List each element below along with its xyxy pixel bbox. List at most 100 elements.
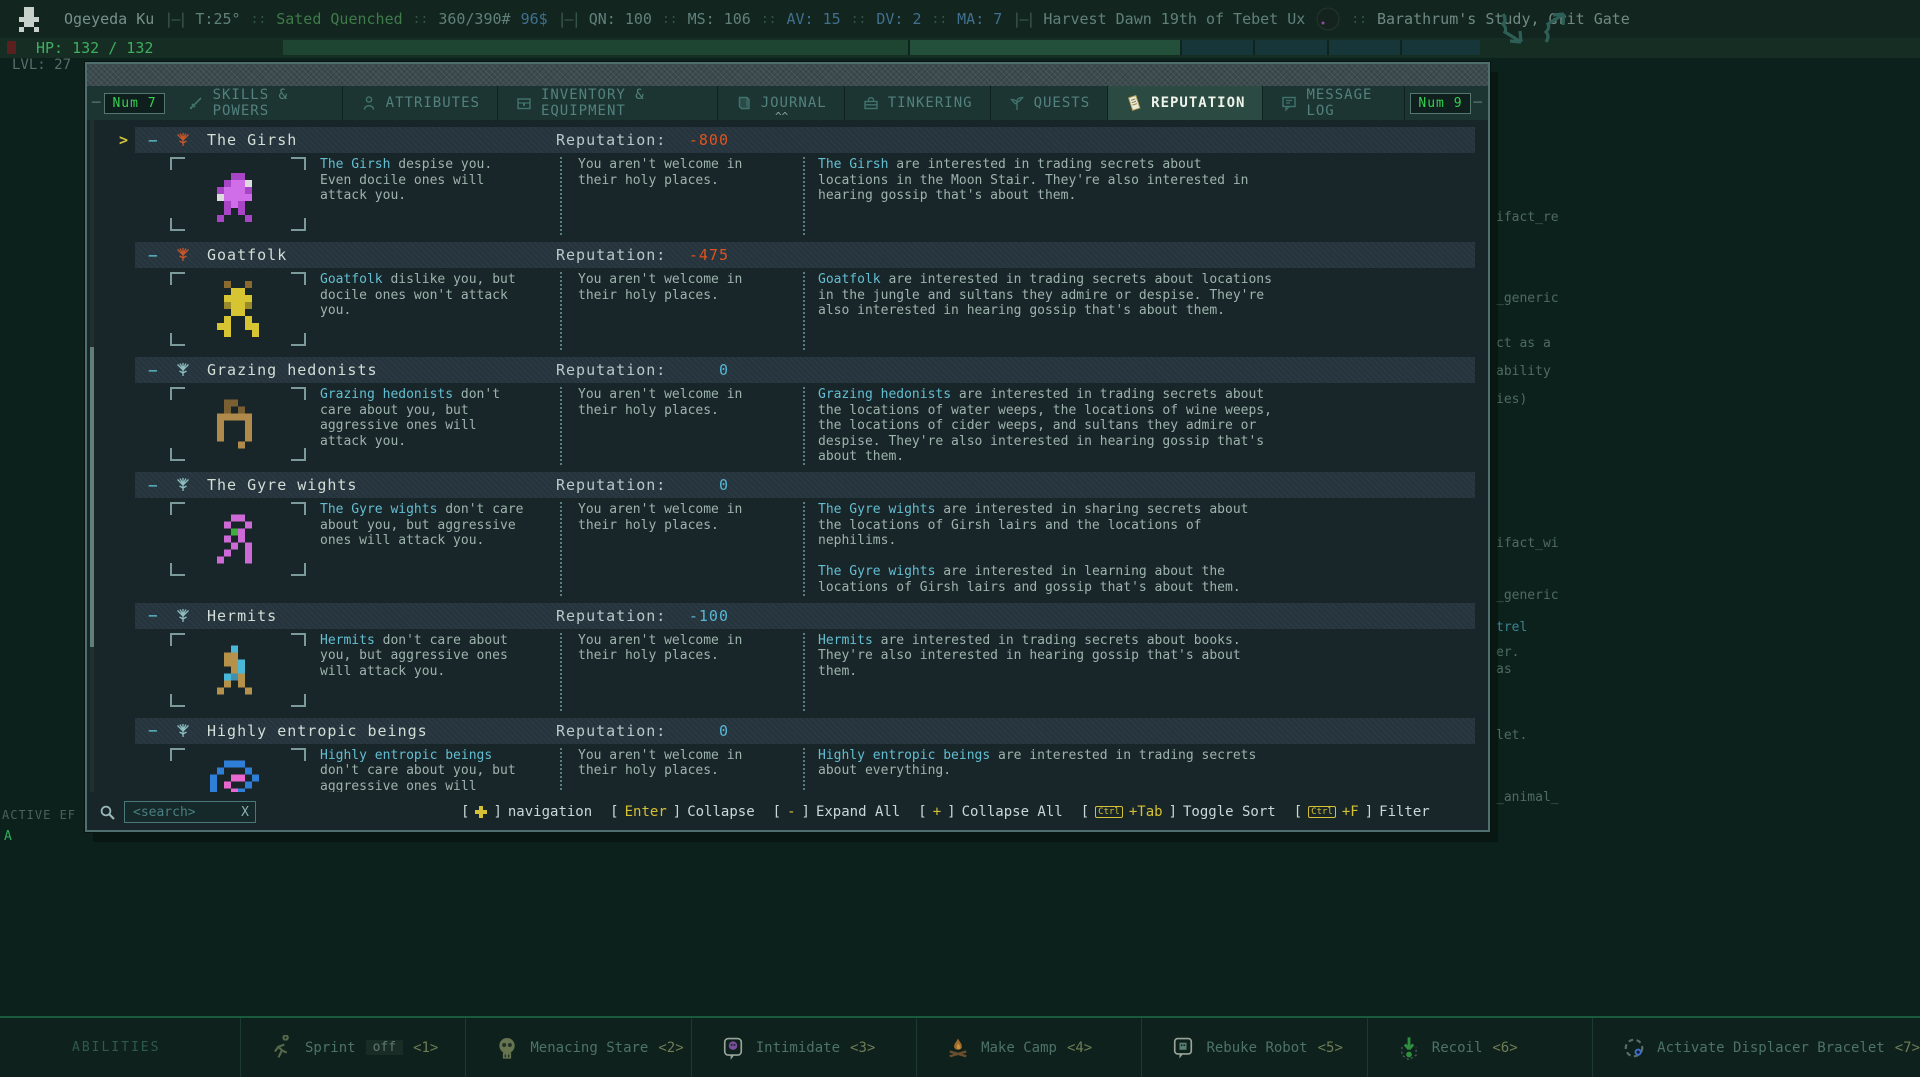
hint-label: Collapse All (962, 804, 1063, 820)
tab-message-log[interactable]: MESSAGE LOG (1263, 86, 1405, 120)
collapse-indicator[interactable]: − (148, 606, 166, 625)
interests-text: The Girsh are interested in trading secr… (818, 157, 1468, 235)
faction-header-the-girsh[interactable]: >−The GirshReputation:-800 (135, 127, 1475, 153)
stat-av: AV: 15 (787, 10, 841, 28)
faction-portrait (170, 633, 320, 711)
window-top-band (87, 64, 1488, 86)
faction-header-goatfolk[interactable]: −GoatfolkReputation:-475 (135, 242, 1475, 268)
text-segment: don't care about you, but aggressive one… (320, 763, 516, 792)
ability-menacing-stare[interactable]: Menacing Stare<2> (465, 1018, 690, 1077)
stat-dv: DV: 2 (876, 10, 921, 28)
scroll-icon (1125, 94, 1143, 112)
frame-corner (170, 272, 185, 285)
collapse-indicator[interactable]: − (148, 721, 166, 740)
stat-ma: MA: 7 (957, 10, 1002, 28)
collapse-indicator[interactable]: − (148, 246, 166, 265)
ability-make-camp[interactable]: Make Camp<4> (916, 1018, 1141, 1077)
ctrl-key-icon: Ctrl (1308, 806, 1336, 818)
tab-skills-powers[interactable]: SKILLS & POWERS (170, 86, 343, 120)
background-text-fragment: ifact_re (1496, 210, 1559, 225)
faction-leaf-icon (174, 246, 192, 264)
hint-expand-all[interactable]: [-]Expand All (773, 804, 901, 820)
ability-rebuke-robot[interactable]: Rebuke Robot<5> (1141, 1018, 1366, 1077)
search-box[interactable]: X (124, 801, 256, 823)
faction-name-inline: Hermits (320, 633, 375, 648)
faction-name-inline: Goatfolk (818, 272, 881, 287)
interests-text: Highly entropic beings are interested in… (818, 748, 1468, 792)
search-input[interactable] (131, 804, 237, 821)
ability-intimidate[interactable]: Intimidate<3> (691, 1018, 916, 1077)
quest-icon (1008, 94, 1026, 112)
collapse-indicator[interactable]: − (148, 131, 166, 150)
tab-attributes[interactable]: ATTRIBUTES (343, 86, 498, 120)
ability-recoil[interactable]: Recoil<6> (1367, 1018, 1592, 1077)
hint-collapse-all[interactable]: [+]Collapse All (918, 804, 1062, 820)
tab-label: REPUTATION (1151, 95, 1245, 111)
frame-corner (291, 502, 306, 515)
column-separator (803, 502, 805, 596)
column-separator (803, 157, 805, 235)
holy-places-text: You aren't welcome in their holy places. (578, 272, 790, 350)
intimidate-icon (720, 1035, 746, 1061)
ability-label: Rebuke Robot (1206, 1040, 1307, 1056)
hint-toggle-sort[interactable]: [Ctrl+Tab]Toggle Sort (1081, 804, 1276, 820)
faction-header-hermits[interactable]: −HermitsReputation:-100 (135, 603, 1475, 629)
search-icon (99, 804, 116, 821)
faction-header-highly-entropic-beings[interactable]: −Highly entropic beingsReputation:0 (135, 718, 1475, 744)
faction-detail: Hermits don't care about you, but aggres… (87, 633, 1488, 711)
background-text-fragment: ability (1496, 364, 1551, 379)
reputation-value: 0 (645, 476, 729, 494)
collapse-indicator[interactable]: − (148, 361, 166, 380)
ability-sprint[interactable]: Sprintoff<1> (240, 1018, 465, 1077)
faction-header-the-gyre-wights[interactable]: −The Gyre wightsReputation:0 (135, 472, 1475, 498)
ability-hotkey: <2> (658, 1040, 683, 1056)
frame-corner (291, 157, 306, 170)
ability-hotkey: <3> (850, 1040, 875, 1056)
status-bar: Ogeyeda Ku|—|T:25°::Sated Quenched::360/… (0, 0, 1920, 38)
hermit-sprite-pixels (210, 645, 266, 694)
separator: :: (1351, 12, 1367, 27)
faction-row-the-girsh: >−The GirshReputation:-800The Girsh desp… (87, 127, 1488, 235)
tab-reputation[interactable]: REPUTATION (1108, 86, 1263, 120)
standing-text: Hermits don't care about you, but aggres… (320, 633, 560, 711)
faction-header-grazing-hedonists[interactable]: −Grazing hedonistsReputation:0 (135, 357, 1475, 383)
separator: :: (932, 12, 948, 27)
reputation-value: -800 (645, 131, 729, 149)
bracket: ] (1365, 804, 1373, 820)
moon-icon (1315, 6, 1341, 32)
hint-collapse[interactable]: [Enter]Collapse (610, 804, 754, 820)
separator: :: (662, 12, 678, 27)
selection-cursor: > (119, 131, 128, 149)
faction-name-inline: Hermits (818, 633, 873, 648)
hp-bar-fill (283, 40, 908, 55)
game-screen: Ogeyeda Ku|—|T:25°::Sated Quenched::360/… (0, 0, 1920, 1077)
tab-inventory-equipment[interactable]: INVENTORY & EQUIPMENT (498, 86, 718, 120)
ability-activate-displacer-bracelet[interactable]: Activate Displacer Bracelet<7> (1592, 1018, 1920, 1077)
tab-quests[interactable]: QUESTS (991, 86, 1109, 120)
numkey-right-wrap: Num 9─ (1405, 86, 1488, 120)
faction-name-inline: Goatfolk (320, 272, 383, 287)
sword-icon (187, 94, 205, 112)
ability-hotkey: <4> (1067, 1040, 1092, 1056)
reputation-value: 0 (645, 361, 729, 379)
ability-label: Sprint (305, 1040, 356, 1056)
tab-label: ATTRIBUTES (386, 95, 480, 111)
hint-filter[interactable]: [Ctrl+F]Filter (1294, 804, 1430, 820)
search-clear-button[interactable]: X (241, 805, 249, 820)
faction-name-inline: The Girsh (818, 157, 888, 172)
collapse-indicator[interactable]: − (148, 476, 166, 495)
faction-detail: Highly entropic beings don't care about … (87, 748, 1488, 792)
tab-label: SKILLS & POWERS (213, 87, 325, 119)
frame-corner (291, 448, 306, 461)
frame-corner (291, 563, 306, 576)
hint-navigation[interactable]: []navigation (461, 804, 592, 820)
tab-tinkering[interactable]: TINKERING (845, 86, 991, 120)
portrait-frame (170, 272, 306, 346)
faction-row-hermits: −HermitsReputation:-100 Hermits don't car… (87, 603, 1488, 711)
separator: :: (251, 12, 267, 27)
frame-corner (291, 218, 306, 231)
frame-corner (170, 218, 185, 231)
faction-name: Goatfolk (207, 246, 287, 264)
bracket: [ (610, 804, 618, 820)
standing-text: Goatfolk dislike you, but docile ones wo… (320, 272, 560, 350)
